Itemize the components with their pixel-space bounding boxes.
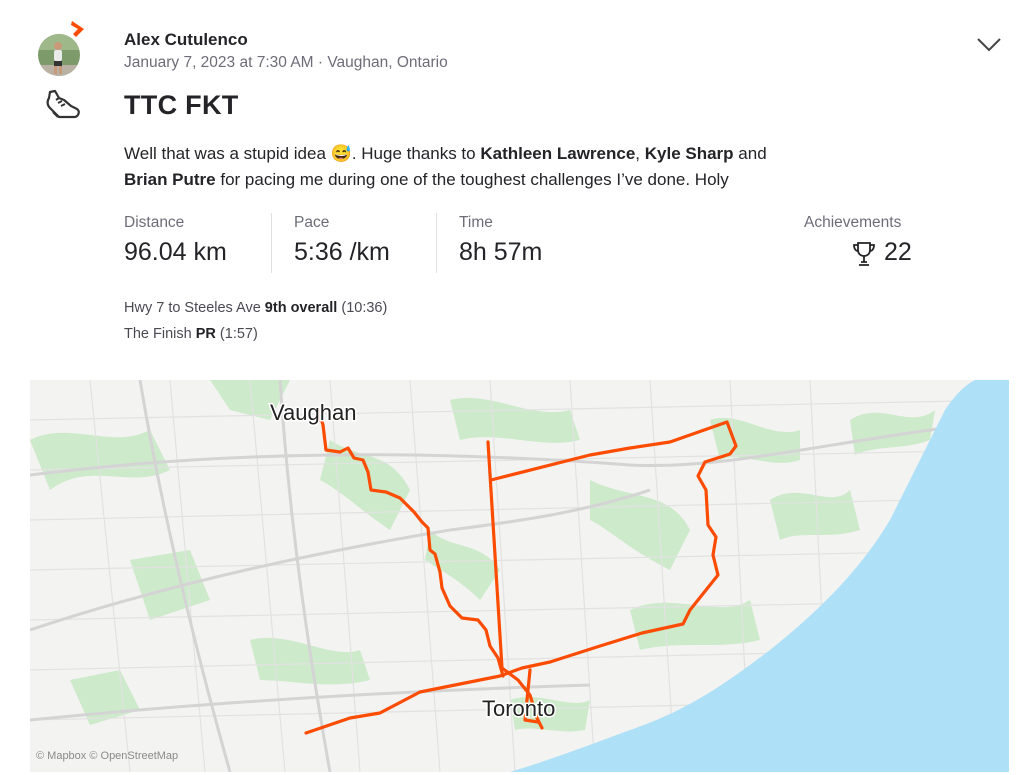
- segment-result: 9th overall: [264, 300, 338, 316]
- segment-time: (1:57): [219, 326, 258, 342]
- trophy-icon: [850, 240, 878, 268]
- route-map[interactable]: Vaughan Toronto: [30, 380, 1009, 772]
- description-text: for pacing me during one of the toughest…: [215, 170, 729, 189]
- map-label-toronto: Toronto: [482, 696, 555, 721]
- segment-time: (10:36): [341, 300, 388, 316]
- activity-datetime-location: January 7, 2023 at 7:30 AM · Vaughan, On…: [124, 54, 448, 71]
- running-shoe-icon: [44, 88, 82, 124]
- activity-title[interactable]: TTC FKT: [124, 90, 239, 121]
- mention-kyle-sharp[interactable]: Kyle Sharp: [645, 144, 734, 163]
- pace-label: Pace: [294, 214, 330, 231]
- distance-label: Distance: [124, 214, 185, 231]
- activity-description: Well that was a stupid idea 😅. Huge than…: [124, 141, 944, 193]
- segment-result: PR: [195, 326, 216, 342]
- athlete-name[interactable]: Alex Cutulenco: [124, 30, 248, 50]
- pace-value: 5:36 /km: [294, 238, 390, 266]
- stat-divider: [436, 213, 437, 273]
- smile-emoji: 😅: [330, 144, 352, 163]
- avatar[interactable]: [38, 21, 84, 78]
- description-text: Well that was a stupid idea: [124, 144, 331, 163]
- segment-name: Hwy 7 to Steeles Ave: [124, 300, 261, 316]
- achievements-label: Achievements: [804, 214, 902, 231]
- mention-brian-putre[interactable]: Brian Putre: [124, 170, 216, 189]
- distance-value: 96.04 km: [124, 238, 227, 266]
- time-value: 8h 57m: [459, 238, 543, 266]
- stat-divider: [271, 213, 272, 273]
- achievements-count[interactable]: 22: [884, 238, 912, 267]
- segment-row[interactable]: Hwy 7 to Steeles Ave 9th overall (10:36): [124, 300, 387, 316]
- description-text: and: [733, 144, 767, 163]
- map-attribution[interactable]: © Mapbox © OpenStreetMap: [36, 750, 178, 762]
- chevron-down-icon[interactable]: [976, 36, 1002, 54]
- description-text: ,: [635, 144, 645, 163]
- mention-kathleen-lawrence[interactable]: Kathleen Lawrence: [480, 144, 635, 163]
- time-label: Time: [459, 214, 493, 231]
- map-label-vaughan: Vaughan: [270, 400, 356, 425]
- description-text: . Huge thanks to: [351, 144, 481, 163]
- segment-name: The Finish: [124, 326, 192, 342]
- segment-row[interactable]: The Finish PR (1:57): [124, 326, 258, 342]
